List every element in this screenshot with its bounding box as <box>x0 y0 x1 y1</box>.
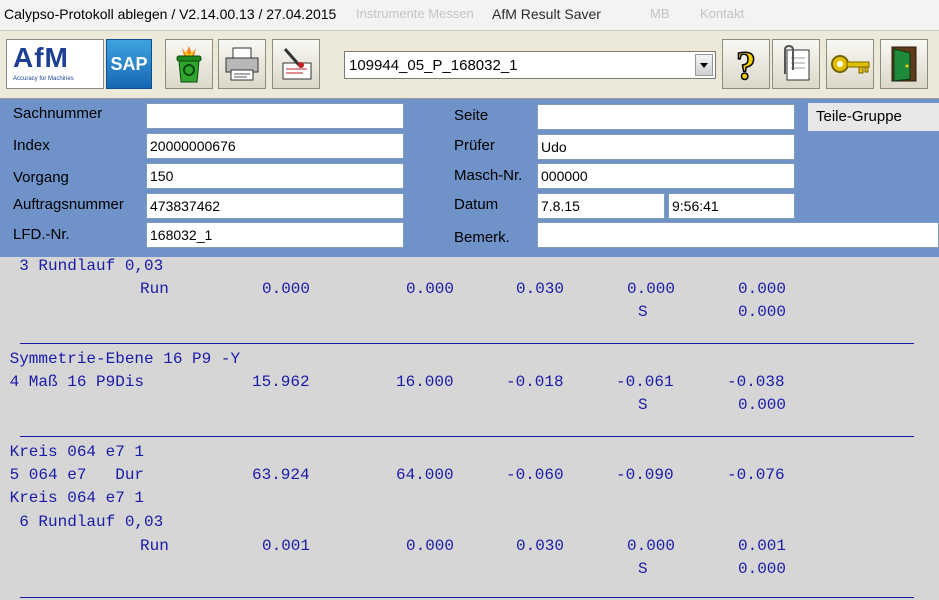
report-line: 4 Maß 16 P9Dis <box>0 373 145 391</box>
save-protocol-button[interactable] <box>272 39 320 89</box>
vorgang-label: Vorgang <box>13 169 69 186</box>
report-cell: 0.000 <box>738 303 787 321</box>
report-cell: -0.061 <box>616 373 674 391</box>
exit-door-button[interactable] <box>880 39 928 89</box>
seite-label: Seite <box>454 107 489 124</box>
report-cell: 16.000 <box>396 373 454 391</box>
teile-gruppe-label: Teile-Gruppe <box>808 103 939 131</box>
pruefer-label: Prüfer <box>454 137 495 154</box>
report-cell: 0.000 <box>262 280 311 298</box>
index-label: Index <box>13 137 50 154</box>
bemerkung-label: Bemerk. <box>454 229 510 246</box>
background-window-text-3: Kontakt <box>700 6 745 21</box>
logo-text: AfM <box>13 42 69 73</box>
datum-label: Datum <box>454 196 499 213</box>
sachnummer-label: Sachnummer <box>13 105 103 122</box>
datum-field[interactable]: 7.8.15 <box>537 193 665 219</box>
afm-logo: AfM Accuracy for Machines <box>6 39 104 89</box>
report-cell: -0.090 <box>616 466 674 484</box>
report-cell: 0.001 <box>738 537 787 555</box>
report-cell: -0.060 <box>506 466 564 484</box>
section-divider <box>20 597 914 598</box>
report-cell: 15.962 <box>252 373 310 391</box>
print-button[interactable] <box>218 39 266 89</box>
vorgang-field[interactable]: 150 <box>146 163 404 189</box>
dialog-title: AfM Result Saver <box>492 6 601 22</box>
background-window-text-2: MB <box>650 6 670 21</box>
seite-field[interactable] <box>537 104 795 130</box>
report-cell: 0.000 <box>627 280 676 298</box>
lfd-nr-field[interactable]: 168032_1 <box>146 222 404 248</box>
background-window-text: Instrumente Messen <box>356 6 474 21</box>
report-cell: 64.000 <box>396 466 454 484</box>
protocol-report-view[interactable]: 3 Rundlauf 0,03 Run 0.000 0.000 0.030 0.… <box>0 257 939 600</box>
sachnummer-field[interactable] <box>146 103 404 129</box>
door-exit-icon <box>891 46 917 82</box>
report-line: Kreis 064 e7 1 <box>0 443 145 461</box>
app-title: Calypso-Protokoll ablegen / V2.14.00.13 … <box>4 6 337 22</box>
svg-text:?: ? <box>736 43 756 85</box>
report-line: Symmetrie-Ebene 16 P9 -Y <box>0 350 241 368</box>
help-button[interactable]: ? <box>722 39 770 89</box>
report-cell: 0.000 <box>738 396 787 414</box>
report-line: 3 Rundlauf 0,03 <box>0 257 164 275</box>
report-cell: 0.000 <box>406 280 455 298</box>
report-cell: Run <box>140 537 169 555</box>
file-combo-value: 109944_05_P_168032_1 <box>349 57 518 74</box>
section-divider <box>20 436 914 437</box>
exit-button[interactable] <box>165 39 213 89</box>
printer-icon <box>225 47 259 81</box>
report-cell: 0.000 <box>406 537 455 555</box>
report-cell: S <box>638 560 648 578</box>
report-cell: -0.018 <box>506 373 564 391</box>
auftragsnummer-label: Auftragsnummer <box>13 196 124 213</box>
paperclip-document-icon <box>784 44 810 81</box>
bemerkung-field[interactable] <box>537 222 939 248</box>
lfd-nr-label: LFD.-Nr. <box>13 226 70 243</box>
report-cell: 0.000 <box>627 537 676 555</box>
report-cell: S <box>638 396 648 414</box>
index-field[interactable]: 20000000676 <box>146 133 404 159</box>
report-cell: S <box>638 303 648 321</box>
chevron-down-icon[interactable] <box>695 54 713 76</box>
report-cell: -0.038 <box>727 373 785 391</box>
key-button[interactable] <box>826 39 874 89</box>
report-cell: 0.030 <box>516 537 565 555</box>
sap-button[interactable]: SAP <box>106 39 152 89</box>
report-cell: Run <box>140 280 169 298</box>
question-mark-icon: ? <box>735 43 757 85</box>
report-cell: 0.030 <box>516 280 565 298</box>
masch-nr-field[interactable]: 000000 <box>537 163 795 189</box>
file-combo[interactable]: 109944_05_P_168032_1 <box>344 51 716 79</box>
report-cell: 0.000 <box>738 560 787 578</box>
logo-subtext: Accuracy for Machines <box>13 76 74 82</box>
section-divider <box>20 343 914 344</box>
report-cell: 0.001 <box>262 537 311 555</box>
report-line: 6 Rundlauf 0,03 <box>0 513 164 531</box>
trash-can-icon <box>176 46 202 83</box>
report-cell: 0.000 <box>738 280 787 298</box>
title-bar[interactable]: Calypso-Protokoll ablegen / V2.14.00.13 … <box>0 0 939 31</box>
attachment-button[interactable] <box>772 39 820 89</box>
pen-document-icon <box>282 48 312 80</box>
toolbar: AfM Accuracy for Machines SAP 109944_05_… <box>0 31 939 99</box>
pruefer-field[interactable]: Udo <box>537 134 795 160</box>
report-cell: -0.076 <box>727 466 785 484</box>
report-cell: 63.924 <box>252 466 310 484</box>
zeit-field[interactable]: 9:56:41 <box>668 193 795 219</box>
auftragsnummer-field[interactable]: 473837462 <box>146 193 404 219</box>
key-icon <box>831 55 870 74</box>
report-line: 5 064 e7 Dur <box>0 466 145 484</box>
report-line: Kreis 064 e7 1 <box>0 489 145 507</box>
masch-nr-label: Masch-Nr. <box>454 167 523 184</box>
